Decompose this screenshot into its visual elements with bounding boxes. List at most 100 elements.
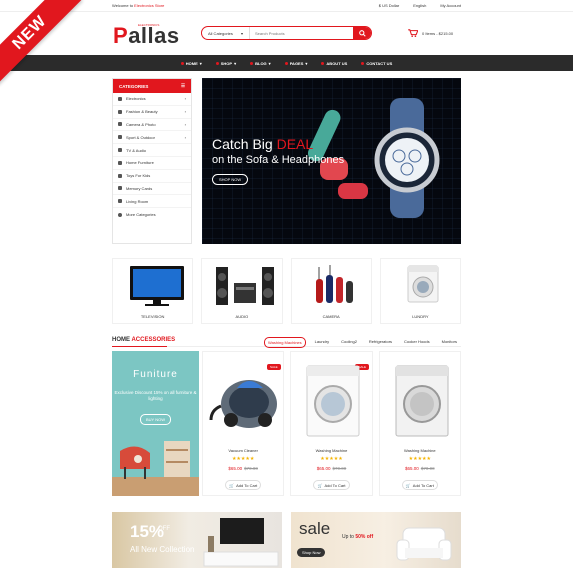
sale-title: sale xyxy=(299,519,331,538)
tab-cooker-hoods[interactable]: Cooker Hoods xyxy=(401,337,433,348)
tv-icon xyxy=(118,148,122,153)
ball-icon xyxy=(118,135,122,140)
washing-machine-image xyxy=(407,265,439,303)
television-image xyxy=(130,266,184,306)
chevron-right-icon: › xyxy=(184,109,186,115)
add-to-cart-button[interactable]: 🛒 Add To Cart xyxy=(225,480,262,490)
sidebar-item-label: Fashion & Beauty xyxy=(126,109,158,115)
sidebar-header[interactable]: CATEGORIES ☰ xyxy=(113,79,191,93)
sidebar-item-fashion[interactable]: Fashion & Beauty › xyxy=(113,106,191,119)
tab-refrigerators[interactable]: Refrigerators xyxy=(366,337,395,348)
nav-contact[interactable]: CONTACT US xyxy=(361,61,392,66)
sidebar-item-memory[interactable]: Memory Cards xyxy=(113,183,191,196)
headline-highlight: DEAL xyxy=(276,136,314,152)
toy-icon xyxy=(118,173,122,178)
language-selector[interactable]: English xyxy=(413,3,426,8)
nav-dot-icon xyxy=(321,61,325,65)
collection-text: All New Collection xyxy=(130,545,195,554)
chevron-down-icon: ▾ xyxy=(199,60,202,66)
section-title-highlight: ACCESSORIES xyxy=(131,337,176,343)
section-title: HOME ACCESSORIES xyxy=(112,337,175,343)
tab-laundry[interactable]: Laundry xyxy=(312,337,332,348)
product-name[interactable]: Washing Machine xyxy=(380,448,460,453)
logo-letter: P xyxy=(113,23,129,48)
cart-icon xyxy=(408,29,418,37)
sidebar-item-tv-audio[interactable]: TV & Audio xyxy=(113,144,191,157)
chevron-right-icon: › xyxy=(184,121,186,127)
collection-banner[interactable]: 15% OFF All New Collection xyxy=(112,512,282,568)
promo-title: Funiture xyxy=(133,369,178,380)
sidebar-item-label: Memory Cards xyxy=(126,185,153,191)
shop-now-small-button[interactable]: Shop Now xyxy=(297,548,326,557)
sidebar-item-toys[interactable]: Toys For Kids xyxy=(113,170,191,183)
sale-banner[interactable]: sale Up to 50% off Shop Now xyxy=(291,512,461,568)
sidebar-item-more[interactable]: More Categories xyxy=(113,208,191,221)
product-name[interactable]: Washing Machine xyxy=(291,448,371,453)
rating-stars-icon: ★★★★★ xyxy=(408,456,432,462)
nav-blog[interactable]: BLOG ▾ xyxy=(250,61,271,66)
shirt-icon xyxy=(118,109,122,114)
discount-off: OFF xyxy=(158,526,170,532)
sidebar-item-label: More Categories xyxy=(126,212,156,218)
category-card-camera[interactable]: CAMERA xyxy=(290,258,372,324)
sidebar-item-living[interactable]: Living Room xyxy=(113,195,191,209)
discount-percent: 15% xyxy=(130,522,165,541)
tab-washing-machines[interactable]: Washing Machines xyxy=(264,337,306,348)
nav-about[interactable]: ABOUT US xyxy=(321,61,347,66)
product-name[interactable]: Vacuum Cleaner xyxy=(203,448,283,453)
cart-summary: 0 Items - $215.00 xyxy=(422,30,454,36)
rating-stars-icon: ★★★★★ xyxy=(231,456,255,462)
upto-text: Up to xyxy=(342,534,356,540)
add-to-cart-button[interactable]: 🛒 Add To Cart xyxy=(313,480,350,490)
nav-home[interactable]: HOME ▾ xyxy=(180,60,202,66)
product-price: $65.00 $70.00 xyxy=(203,466,283,471)
shop-now-button[interactable]: SHOP NOW xyxy=(212,174,249,185)
sidebar-item-furniture[interactable]: Home Furniture xyxy=(113,157,191,170)
account-link[interactable]: My Account xyxy=(440,3,461,8)
tab-monitors[interactable]: Monitors xyxy=(439,337,460,348)
tab-cooling[interactable]: Cooling2 xyxy=(338,337,360,348)
search-icon xyxy=(358,29,366,37)
sidebar-item-electronics[interactable]: Electronics › xyxy=(113,93,191,106)
nav-pages[interactable]: PAGES ▾ xyxy=(284,61,307,66)
current-price: $65.00 xyxy=(228,466,243,471)
product-price: $65.00 $70.00 xyxy=(380,466,460,471)
promo-description: Exclusive Discount 15% on all furniture … xyxy=(114,390,197,401)
add-to-cart-button[interactable]: 🛒 Add To Cart xyxy=(401,480,438,490)
plus-circle-icon xyxy=(118,212,122,217)
tv-cabinet-image xyxy=(203,518,279,567)
sofa-icon xyxy=(118,160,122,165)
search-category-select[interactable]: All Categories ▾ xyxy=(202,27,250,39)
mini-cart[interactable]: 0 Items - $215.00 xyxy=(408,29,453,37)
nav-label: ABOUT US xyxy=(326,60,348,66)
search-input[interactable] xyxy=(250,27,353,39)
buy-now-button[interactable]: BUY NOW xyxy=(140,414,172,425)
product-card[interactable]: Washing Machine ★★★★★ $65.00 $70.00 🛒 Add … xyxy=(378,351,461,496)
category-card-audio[interactable]: AUDIO xyxy=(201,258,283,324)
category-card-television[interactable]: TELEVISION xyxy=(112,258,194,324)
search-category-label: All Categories xyxy=(208,30,233,36)
nav-dot-icon xyxy=(284,61,288,65)
currency-selector[interactable]: $ US Dollar xyxy=(379,3,399,8)
sidebar-item-label: Sport & Outdoor xyxy=(126,134,155,140)
sidebar-item-camera[interactable]: Camera & Photo › xyxy=(113,119,191,132)
banner-headline: Catch Big DEAL xyxy=(212,136,313,152)
hero-banner[interactable]: Catch Big DEAL on the Sofa & Headphones … xyxy=(202,78,461,244)
nav-label: BLOG xyxy=(255,60,267,66)
nav-dot-icon xyxy=(361,61,365,65)
product-card[interactable]: SALE Washing Machine ★★★★★ $65.00 $70.00 … xyxy=(290,351,373,496)
nav-shop[interactable]: SHOP ▾ xyxy=(215,61,236,66)
vacuum-group-image xyxy=(315,265,353,303)
furniture-promo[interactable]: Funiture Exclusive Discount 15% on all f… xyxy=(112,351,199,496)
product-grid: SALE Vacuum Cleaner ★★★★★ $65.00 $70.00 🛒… xyxy=(202,351,461,496)
product-price: $65.00 $70.00 xyxy=(291,466,371,471)
cart-icon: 🛒 xyxy=(229,482,235,488)
product-card[interactable]: SALE Vacuum Cleaner ★★★★★ $65.00 $70.00 🛒… xyxy=(202,351,285,496)
search-button[interactable] xyxy=(353,27,371,39)
category-name: LUNDRY xyxy=(412,314,429,319)
category-card-laundry[interactable]: LUNDRY xyxy=(379,258,461,324)
nav-label: CONTACT US xyxy=(366,60,393,66)
add-to-cart-label: Add To Cart xyxy=(412,482,434,488)
sidebar-item-sport[interactable]: Sport & Outdoor › xyxy=(113,131,191,145)
category-name: AUDIO xyxy=(235,314,249,319)
